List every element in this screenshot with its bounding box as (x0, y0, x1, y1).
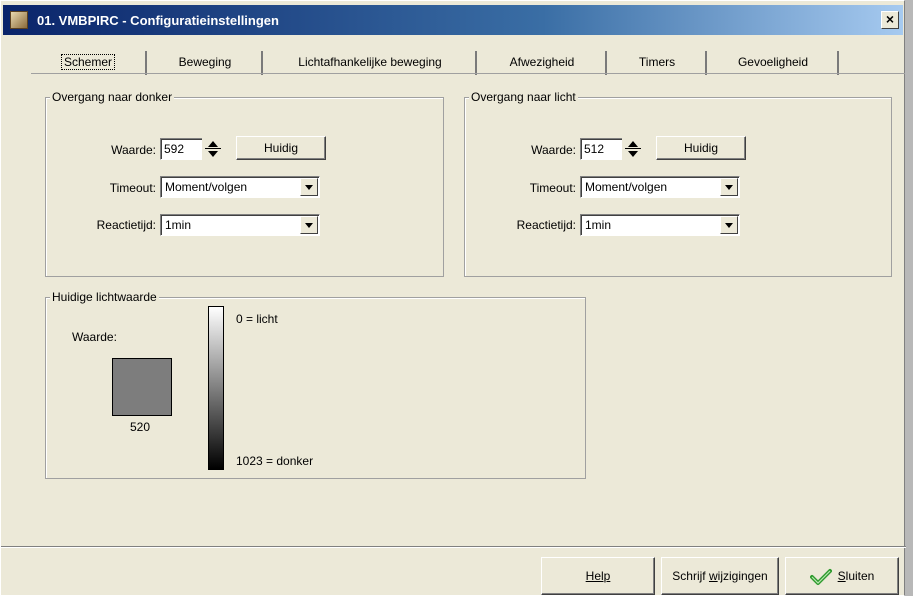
light-value-input[interactable]: 512 (580, 138, 624, 160)
footer-divider (1, 546, 906, 548)
light-value-spinner[interactable] (622, 138, 644, 160)
light-timeout-select[interactable]: Moment/volgen (580, 176, 740, 198)
app-icon (10, 11, 28, 29)
close-label-accel: S (837, 569, 846, 583)
tab-label: Gevoeligheid (737, 55, 809, 69)
spin-up-icon[interactable] (208, 141, 218, 147)
dropdown-arrow-icon[interactable] (720, 178, 738, 196)
light-value-readout: 520 (130, 420, 151, 434)
dark-value-input[interactable]: 592 (160, 138, 204, 160)
dropdown-arrow-icon[interactable] (300, 178, 318, 196)
write-label-post: ijzigingen (717, 569, 768, 583)
tab-lichtafhankelijke-beweging[interactable]: Lichtafhankelijke beweging (265, 51, 477, 75)
reaction-label: Reactietijd: (516, 218, 576, 232)
help-button-label: Help (585, 569, 611, 583)
help-button[interactable]: Help (541, 557, 655, 595)
reaction-label: Reactietijd: (96, 218, 156, 232)
tab-strip: Schemer Beweging Lichtafhankelijke beweg… (31, 51, 857, 75)
dark-value-spinner[interactable] (202, 138, 224, 160)
select-value: 1min (165, 218, 192, 232)
select-value: 1min (585, 218, 612, 232)
current-light-group: Huidige lichtwaarde Waarde: 520 0 = lich… (45, 290, 586, 479)
close-button[interactable]: Sluiten (785, 557, 899, 595)
dark-transition-group: Overgang naar donker Waarde: 592 Huidig … (45, 90, 444, 277)
value-label: Waarde: (111, 143, 156, 157)
write-changes-button[interactable]: Schrijf wijzigingen (661, 557, 779, 595)
value-label: Waarde: (531, 143, 576, 157)
tab-afwezigheid[interactable]: Afwezigheid (479, 51, 607, 75)
spin-up-icon[interactable] (628, 141, 638, 147)
check-icon (809, 568, 832, 585)
scale-bottom-label: 1023 = donker (236, 454, 314, 468)
title-bar[interactable]: 01. VMBPIRC - Configuratieinstellingen × (3, 5, 903, 35)
light-value-swatch (112, 358, 172, 416)
tab-gevoeligheid[interactable]: Gevoeligheid (709, 51, 839, 75)
spin-down-icon[interactable] (208, 151, 218, 157)
light-current-button[interactable]: Huidig (656, 136, 746, 160)
dark-current-button[interactable]: Huidig (236, 136, 326, 160)
group-legend: Overgang naar licht (469, 90, 578, 104)
tab-label: Timers (638, 55, 676, 69)
group-legend: Overgang naar donker (50, 90, 175, 104)
spin-divider (625, 148, 641, 149)
close-window-button[interactable]: × (881, 11, 899, 29)
tab-label: Beweging (178, 55, 232, 69)
light-scale-gradient (208, 306, 224, 470)
scale-top-label: 0 = licht (236, 312, 278, 326)
config-window: 01. VMBPIRC - Configuratieinstellingen ×… (0, 0, 906, 596)
write-label-pre: Schrijf (672, 569, 709, 583)
dark-timeout-select[interactable]: Moment/volgen (160, 176, 320, 198)
tab-beweging[interactable]: Beweging (149, 51, 263, 75)
tab-label: Afwezigheid (509, 55, 575, 69)
close-label-post: luiten (845, 569, 875, 583)
window-title: 01. VMBPIRC - Configuratieinstellingen (37, 13, 279, 28)
select-value: Moment/volgen (165, 180, 248, 194)
tab-label: Lichtafhankelijke beweging (298, 55, 442, 69)
dark-reaction-select[interactable]: 1min (160, 214, 320, 236)
timeout-label: Timeout: (529, 181, 576, 195)
tab-label: Schemer (60, 54, 116, 70)
dropdown-arrow-icon[interactable] (720, 216, 738, 234)
light-transition-group: Overgang naar licht Waarde: 512 Huidig T… (464, 90, 892, 277)
tab-timers[interactable]: Timers (609, 51, 707, 75)
dropdown-arrow-icon[interactable] (300, 216, 318, 234)
group-legend: Huidige lichtwaarde (50, 290, 159, 304)
value-label: Waarde: (72, 330, 117, 344)
spin-down-icon[interactable] (628, 151, 638, 157)
write-label-accel: w (708, 569, 718, 583)
timeout-label: Timeout: (109, 181, 156, 195)
select-value: Moment/volgen (585, 180, 668, 194)
spin-divider (205, 148, 221, 149)
light-reaction-select[interactable]: 1min (580, 214, 740, 236)
tab-schemer[interactable]: Schemer (31, 51, 147, 75)
